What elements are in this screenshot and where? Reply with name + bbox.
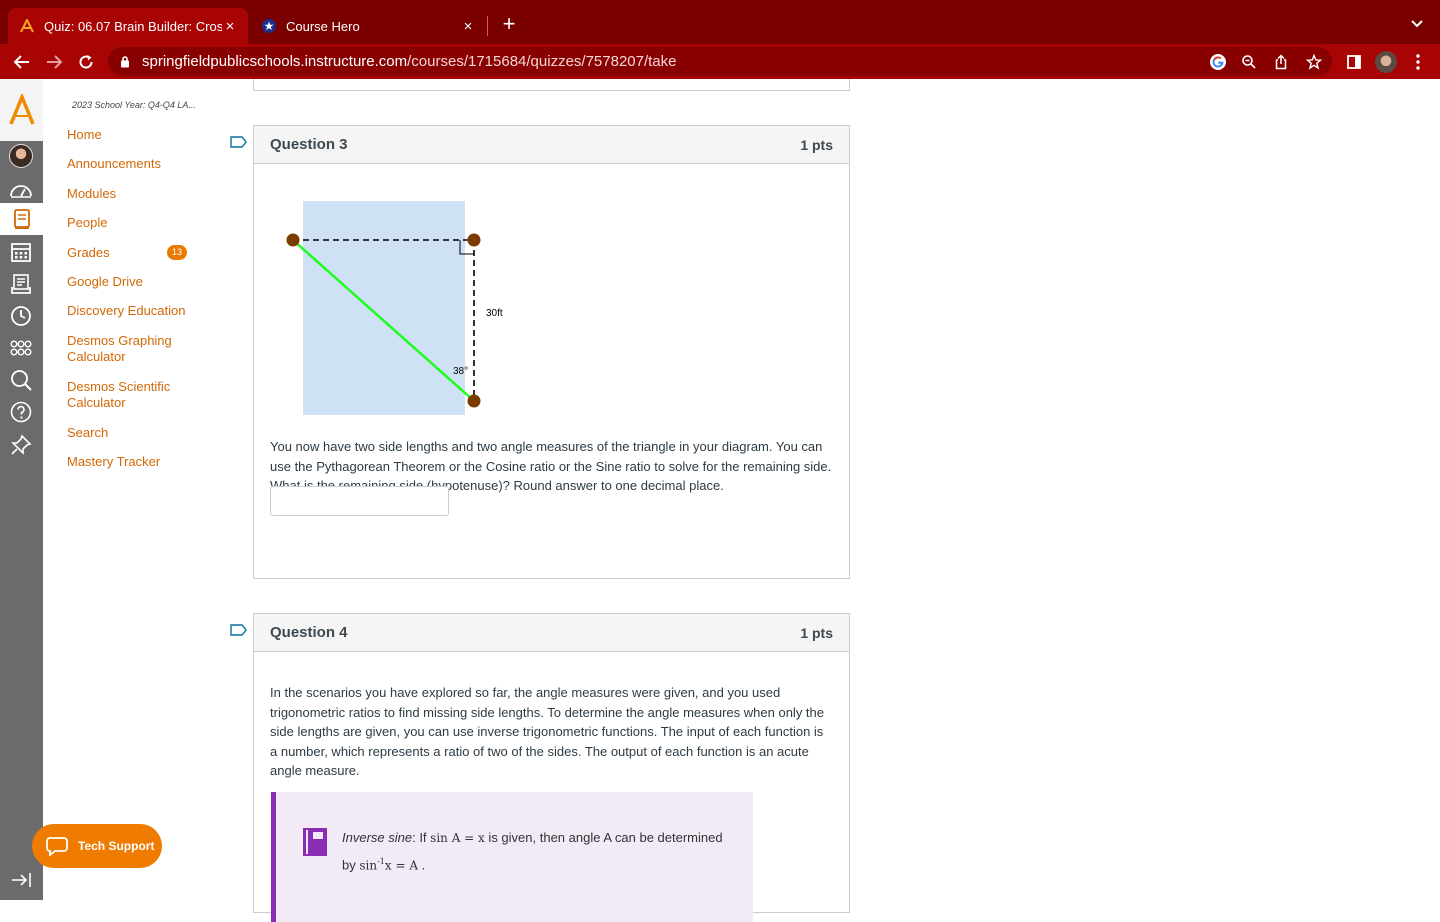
calendar-icon[interactable] <box>7 238 35 266</box>
callout-text-part: . <box>418 857 426 873</box>
course-nav-grades[interactable]: Grades <box>67 245 110 261</box>
tab-title: Course Hero <box>286 18 360 34</box>
school-logo-icon[interactable] <box>0 79 43 141</box>
more-menu-icon[interactable] <box>1404 48 1432 76</box>
back-arrow-icon[interactable] <box>8 48 36 76</box>
question-header: Question 3 1 pts <box>254 126 849 164</box>
collapse-nav-icon[interactable] <box>10 870 34 890</box>
question-header: Question 4 1 pts <box>254 614 849 652</box>
commons-icon[interactable] <box>7 334 35 362</box>
profile-avatar-icon[interactable] <box>1372 48 1400 76</box>
vertex-point <box>286 233 300 247</box>
vertex-point <box>467 233 481 247</box>
question-4: Question 4 1 pts In the scenarios you ha… <box>253 613 850 922</box>
question-title: Question 4 <box>270 624 348 641</box>
pin-icon[interactable] <box>7 431 35 459</box>
callout-text-part: : If <box>412 830 431 845</box>
side-panel-icon[interactable] <box>1340 48 1368 76</box>
course-nav-announcements[interactable]: Announcements <box>67 156 161 172</box>
vertex-point <box>467 394 481 408</box>
tab-quiz[interactable]: Quiz: 06.07 Brain Builder: Cros × <box>8 8 248 44</box>
callout-math: sin <box>359 858 378 873</box>
new-tab-button[interactable]: + <box>498 12 520 36</box>
account-avatar-icon[interactable] <box>7 142 35 170</box>
global-navigation <box>0 79 43 900</box>
course-nav-home[interactable]: Home <box>67 127 102 143</box>
flag-question-icon[interactable] <box>230 624 247 636</box>
share-icon[interactable] <box>1267 48 1295 76</box>
history-clock-icon[interactable] <box>7 302 35 330</box>
triangle-diagram: 30ft 38° <box>286 201 503 415</box>
lock-icon[interactable] <box>120 55 130 73</box>
tech-support-button[interactable]: Tech Support <box>32 824 162 868</box>
callout-text: Inverse sine: If sin A = x is given, the… <box>342 826 732 877</box>
dashboard-icon[interactable] <box>7 176 35 204</box>
callout-math-superscript: -1 <box>377 857 385 866</box>
answer-input[interactable] <box>270 486 449 516</box>
tab-title: Quiz: 06.07 Brain Builder: Cros <box>44 18 222 34</box>
callout-text-part: by <box>342 857 360 873</box>
inverse-sine-callout: Inverse sine: If sin A = x is given, the… <box>271 792 753 922</box>
course-hero-favicon-icon <box>260 17 278 35</box>
tech-support-label: Tech Support <box>78 839 155 853</box>
term-label: 2023 School Year: Q4-Q4 LA... <box>72 100 196 110</box>
callout-term: Inverse sine <box>342 830 413 845</box>
inbox-icon[interactable] <box>7 270 35 298</box>
close-tab-icon[interactable]: × <box>460 18 476 35</box>
callout-math: x = A <box>384 858 418 873</box>
tab-course-hero[interactable]: Course Hero × <box>250 8 486 44</box>
bookmark-star-icon[interactable] <box>1300 48 1328 76</box>
course-nav-search[interactable]: Search <box>67 425 108 441</box>
course-nav-mastery-tracker[interactable]: Mastery Tracker <box>67 454 160 470</box>
chat-bubble-icon <box>46 837 68 856</box>
callout-math: sin A = x <box>430 831 485 845</box>
courses-icon[interactable] <box>0 203 43 235</box>
close-tab-icon[interactable]: × <box>222 18 238 35</box>
callout-text-part: is given, then angle A can be determined <box>484 830 723 845</box>
course-nav-modules[interactable]: Modules <box>67 186 116 202</box>
angle-label: 38° <box>453 366 468 377</box>
course-nav-desmos-scientific[interactable]: Desmos Scientific Calculator <box>67 379 187 411</box>
help-icon[interactable] <box>7 398 35 426</box>
previous-question-bottom <box>253 79 850 91</box>
zoom-icon[interactable] <box>1235 48 1263 76</box>
tab-separator <box>487 16 488 36</box>
course-nav-google-drive[interactable]: Google Drive <box>67 274 143 290</box>
question-points: 1 pts <box>800 625 833 641</box>
url-text[interactable]: springfieldpublicschools.instructure.com… <box>142 53 677 70</box>
tab-search-chevron-icon[interactable] <box>1408 12 1426 34</box>
browser-tab-bar: Quiz: 06.07 Brain Builder: Cros × Course… <box>0 0 1440 44</box>
canvas-favicon-icon <box>18 17 36 35</box>
course-navigation: 2023 School Year: Q4-Q4 LA... Home Annou… <box>43 79 233 900</box>
grades-count-badge: 13 <box>167 245 187 260</box>
url-domain: springfieldpublicschools.instructure.com <box>142 53 408 70</box>
side-length-label: 30ft <box>486 308 503 319</box>
flag-question-icon[interactable] <box>230 136 247 148</box>
question-points: 1 pts <box>800 137 833 153</box>
reload-icon[interactable] <box>72 48 100 76</box>
course-nav-desmos-graphing[interactable]: Desmos Graphing Calculator <box>67 333 187 365</box>
url-path: /courses/1715684/quizzes/7578207/take <box>407 53 677 70</box>
browser-toolbar: springfieldpublicschools.instructure.com… <box>0 44 1440 79</box>
course-nav-discovery-education[interactable]: Discovery Education <box>67 303 186 319</box>
question-text: In the scenarios you have explored so fa… <box>270 685 824 778</box>
course-nav-people[interactable]: People <box>67 215 107 231</box>
book-icon <box>303 828 327 856</box>
address-bar[interactable]: springfieldpublicschools.instructure.com… <box>108 47 1332 76</box>
question-title: Question 3 <box>270 136 348 153</box>
building-rectangle <box>303 201 465 415</box>
forward-arrow-icon[interactable] <box>40 48 68 76</box>
search-icon[interactable] <box>7 366 35 394</box>
question-3: Question 3 1 pts 30ft 38° You now have t… <box>253 125 850 579</box>
google-icon[interactable] <box>1204 48 1232 76</box>
